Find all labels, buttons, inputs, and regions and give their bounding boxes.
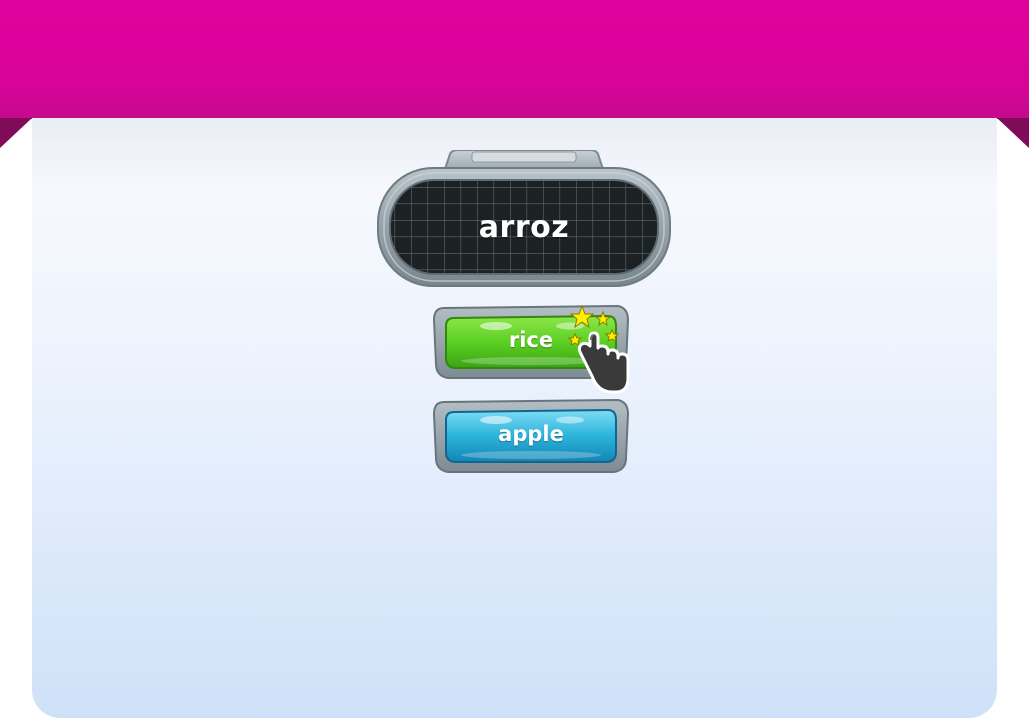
answer-button-frame xyxy=(432,398,630,473)
hand-pointer-icon xyxy=(566,300,638,400)
banner-fold-left xyxy=(0,118,32,148)
prompt-word: arroz xyxy=(478,210,570,245)
banner-fold-right xyxy=(997,118,1029,148)
game-stage: arroz rice apple xyxy=(0,0,1029,722)
answer-button-apple[interactable]: apple xyxy=(432,398,630,474)
word-display: arroz xyxy=(376,150,672,290)
header-banner xyxy=(0,0,1029,119)
